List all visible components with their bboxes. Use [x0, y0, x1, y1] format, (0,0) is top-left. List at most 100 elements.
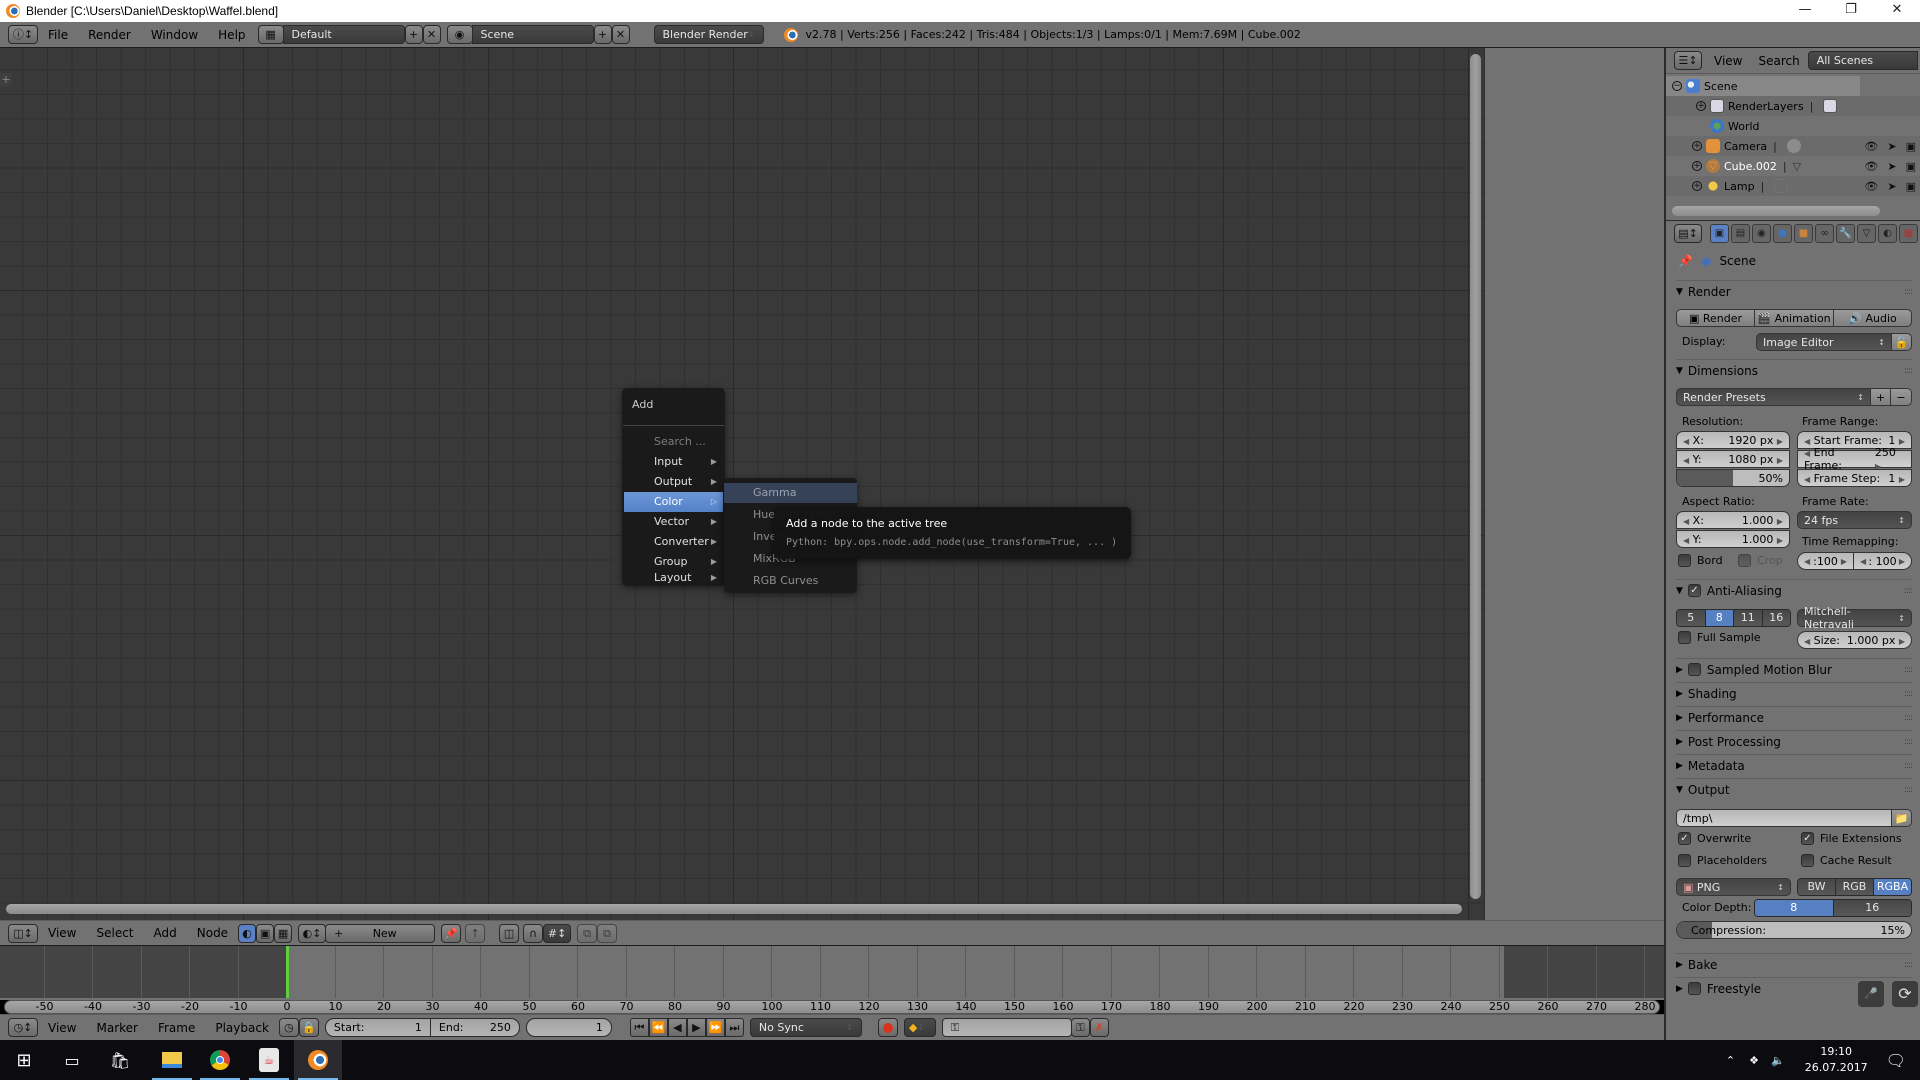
expand-icon[interactable]: +: [1692, 161, 1702, 171]
outliner-scrollbar[interactable]: [1672, 206, 1880, 216]
menu-item-output[interactable]: Output ▶: [624, 472, 723, 492]
drag-grip-icon[interactable]: ::::: [1904, 586, 1913, 596]
tab-world[interactable]: ●: [1773, 224, 1792, 243]
menu-file[interactable]: File: [48, 28, 68, 42]
pin-icon[interactable]: 📌: [1678, 254, 1693, 268]
node-menu-select[interactable]: Select: [96, 926, 133, 940]
taskbar-file-explorer[interactable]: [148, 1040, 196, 1080]
layout-name-field[interactable]: Default: [282, 25, 405, 44]
jump-keyframe-forward-button[interactable]: ⏩: [705, 1018, 725, 1037]
show-hidden-icons-chevron-icon[interactable]: ⌃: [1726, 1054, 1735, 1067]
outliner-row-camera[interactable]: + Camera | 👁 ➤ ▣: [1666, 136, 1920, 156]
menu-item-converter[interactable]: Converter ▶: [624, 532, 723, 552]
remove-preset-button[interactable]: −: [1890, 388, 1912, 406]
tab-material[interactable]: ◐: [1878, 224, 1897, 243]
freestyle-checkbox[interactable]: [1687, 982, 1701, 995]
resolution-percentage-slider[interactable]: 50%: [1676, 469, 1790, 487]
node-menu-add[interactable]: Add: [154, 926, 177, 940]
drag-grip-icon[interactable]: ::::: [1904, 785, 1913, 795]
keying-mode-dropdown[interactable]: ◆ ↕: [903, 1018, 936, 1037]
editor-type-info-button[interactable]: ⓘ↕: [8, 25, 38, 44]
pin-button[interactable]: 📌: [441, 923, 462, 943]
parent-tree-button[interactable]: ↑: [465, 923, 486, 943]
eye-icon[interactable]: 👁: [1864, 180, 1878, 193]
full-sample-checkbox[interactable]: Full Sample: [1678, 631, 1761, 644]
cursor-icon[interactable]: ➤: [1887, 160, 1896, 173]
tab-texture[interactable]: ▦: [1899, 224, 1918, 243]
play-button[interactable]: ▶: [686, 1018, 706, 1037]
timeline-menu-frame[interactable]: Frame: [158, 1021, 195, 1035]
timeline-scrollbar-ruler[interactable]: -50 -40 -30 -20 -10 0 10 20 30 40 50 60 70 80 90 100 110…: [4, 1000, 1660, 1014]
render-engine-dropdown[interactable]: Blender Render ↕: [653, 25, 764, 44]
expand-icon[interactable]: +: [1696, 101, 1706, 111]
taskbar-store[interactable]: 🛍: [96, 1040, 144, 1080]
keying-set-field[interactable]: ⚿: [941, 1018, 1072, 1037]
aa-filter-size-field[interactable]: ◀ Size: 1.000 px ▶: [1797, 631, 1912, 649]
resolution-y-field[interactable]: ◀ Y: 1080 px ▶: [1676, 450, 1790, 468]
drag-grip-icon[interactable]: ::::: [1904, 366, 1913, 376]
current-frame-playhead[interactable]: [286, 946, 289, 998]
task-view-button[interactable]: ▭: [48, 1040, 96, 1080]
drag-grip-icon[interactable]: ::::: [1904, 960, 1913, 970]
action-center-icon[interactable]: 🗨: [1886, 1051, 1906, 1070]
aa-samples-5[interactable]: 5: [1677, 610, 1706, 626]
time-remap-new-field[interactable]: ◀: 100 ▶: [1853, 552, 1912, 570]
close-button[interactable]: ✕: [1874, 0, 1920, 22]
maximize-button[interactable]: ❐: [1828, 0, 1874, 22]
panel-performance-header[interactable]: ▶ Performance::::: [1676, 706, 1913, 728]
tab-render[interactable]: ▣: [1710, 224, 1729, 243]
taskbar-chrome[interactable]: [196, 1040, 244, 1080]
output-path-field[interactable]: /tmp\: [1676, 809, 1892, 827]
menu-search[interactable]: Search ...: [624, 432, 723, 452]
jump-start-button[interactable]: ⏮: [629, 1018, 649, 1037]
menu-window[interactable]: Window: [151, 28, 198, 42]
jump-end-button[interactable]: ⏭: [724, 1018, 744, 1037]
taskbar-blender[interactable]: [294, 1040, 342, 1080]
placeholders-checkbox[interactable]: Placeholders: [1678, 854, 1767, 867]
current-frame-field[interactable]: 1: [525, 1018, 612, 1037]
panel-render-header[interactable]: ▼ Render::::: [1676, 280, 1913, 302]
timeline-menu-marker[interactable]: Marker: [96, 1021, 137, 1035]
crop-checkbox[interactable]: Crop: [1738, 554, 1783, 567]
resolution-x-field[interactable]: ◀ X: 1920 px ▶: [1676, 431, 1790, 449]
render-animation-button[interactable]: 🎬 Animation: [1754, 309, 1834, 327]
menu-render[interactable]: Render: [88, 28, 131, 42]
play-reverse-button[interactable]: ◀: [667, 1018, 687, 1037]
tab-data[interactable]: ▽: [1857, 224, 1876, 243]
outliner-menu-view[interactable]: View: [1714, 54, 1742, 68]
tab-modifiers[interactable]: 🔧: [1836, 224, 1855, 243]
tab-constraints[interactable]: ∞: [1815, 224, 1834, 243]
menu-help[interactable]: Help: [218, 28, 245, 42]
add-scene-button[interactable]: +: [593, 25, 612, 44]
outliner-menu-search[interactable]: Search: [1758, 54, 1799, 68]
editor-type-properties-button[interactable]: ▤↕: [1674, 224, 1702, 243]
render-camera-icon[interactable]: ▣: [1906, 160, 1916, 173]
clock[interactable]: 19:10 26.07.2017: [1805, 1044, 1868, 1076]
color-depth-8[interactable]: 8: [1755, 900, 1834, 916]
add-layout-button[interactable]: +: [404, 25, 423, 44]
render-presets-dropdown[interactable]: Render Presets ↕: [1676, 388, 1871, 406]
checkbox-unchecked[interactable]: [1678, 854, 1691, 867]
menu-item-layout[interactable]: Layout ▶: [624, 572, 723, 584]
panel-sampled-motion-blur-header[interactable]: ▶ Sampled Motion Blur::::: [1676, 658, 1913, 680]
expand-icon[interactable]: +: [1692, 141, 1702, 151]
aspect-x-field[interactable]: ◀ X: 1.000 ▶: [1676, 511, 1790, 529]
compression-slider[interactable]: Compression: 15%: [1676, 921, 1912, 939]
cursor-icon[interactable]: ➤: [1887, 140, 1896, 153]
snap-toggle-button[interactable]: ∩: [523, 923, 544, 943]
panel-anti-aliasing-header[interactable]: ▼ ✓ Anti-Aliasing::::: [1676, 579, 1913, 601]
submenu-item-rgb-curves[interactable]: RGB Curves: [724, 571, 857, 591]
checkbox-unchecked[interactable]: [1801, 854, 1814, 867]
expand-icon[interactable]: +: [1692, 181, 1702, 191]
texture-nodes-button[interactable]: ▦: [274, 923, 293, 943]
drag-grip-icon[interactable]: ::::: [1904, 761, 1913, 771]
aa-samples-16[interactable]: 16: [1762, 610, 1790, 626]
drag-grip-icon[interactable]: ::::: [1904, 689, 1913, 699]
copy-nodes-button[interactable]: ⧉: [577, 923, 598, 943]
border-checkbox[interactable]: Bord: [1678, 554, 1723, 567]
tab-object[interactable]: ■: [1794, 224, 1813, 243]
delete-layout-button[interactable]: ✕: [422, 25, 441, 44]
menu-item-group[interactable]: Group ▶: [624, 552, 723, 572]
editor-type-timeline-button[interactable]: ◷↕: [8, 1018, 38, 1037]
checkbox-checked[interactable]: ✓: [1801, 832, 1814, 845]
